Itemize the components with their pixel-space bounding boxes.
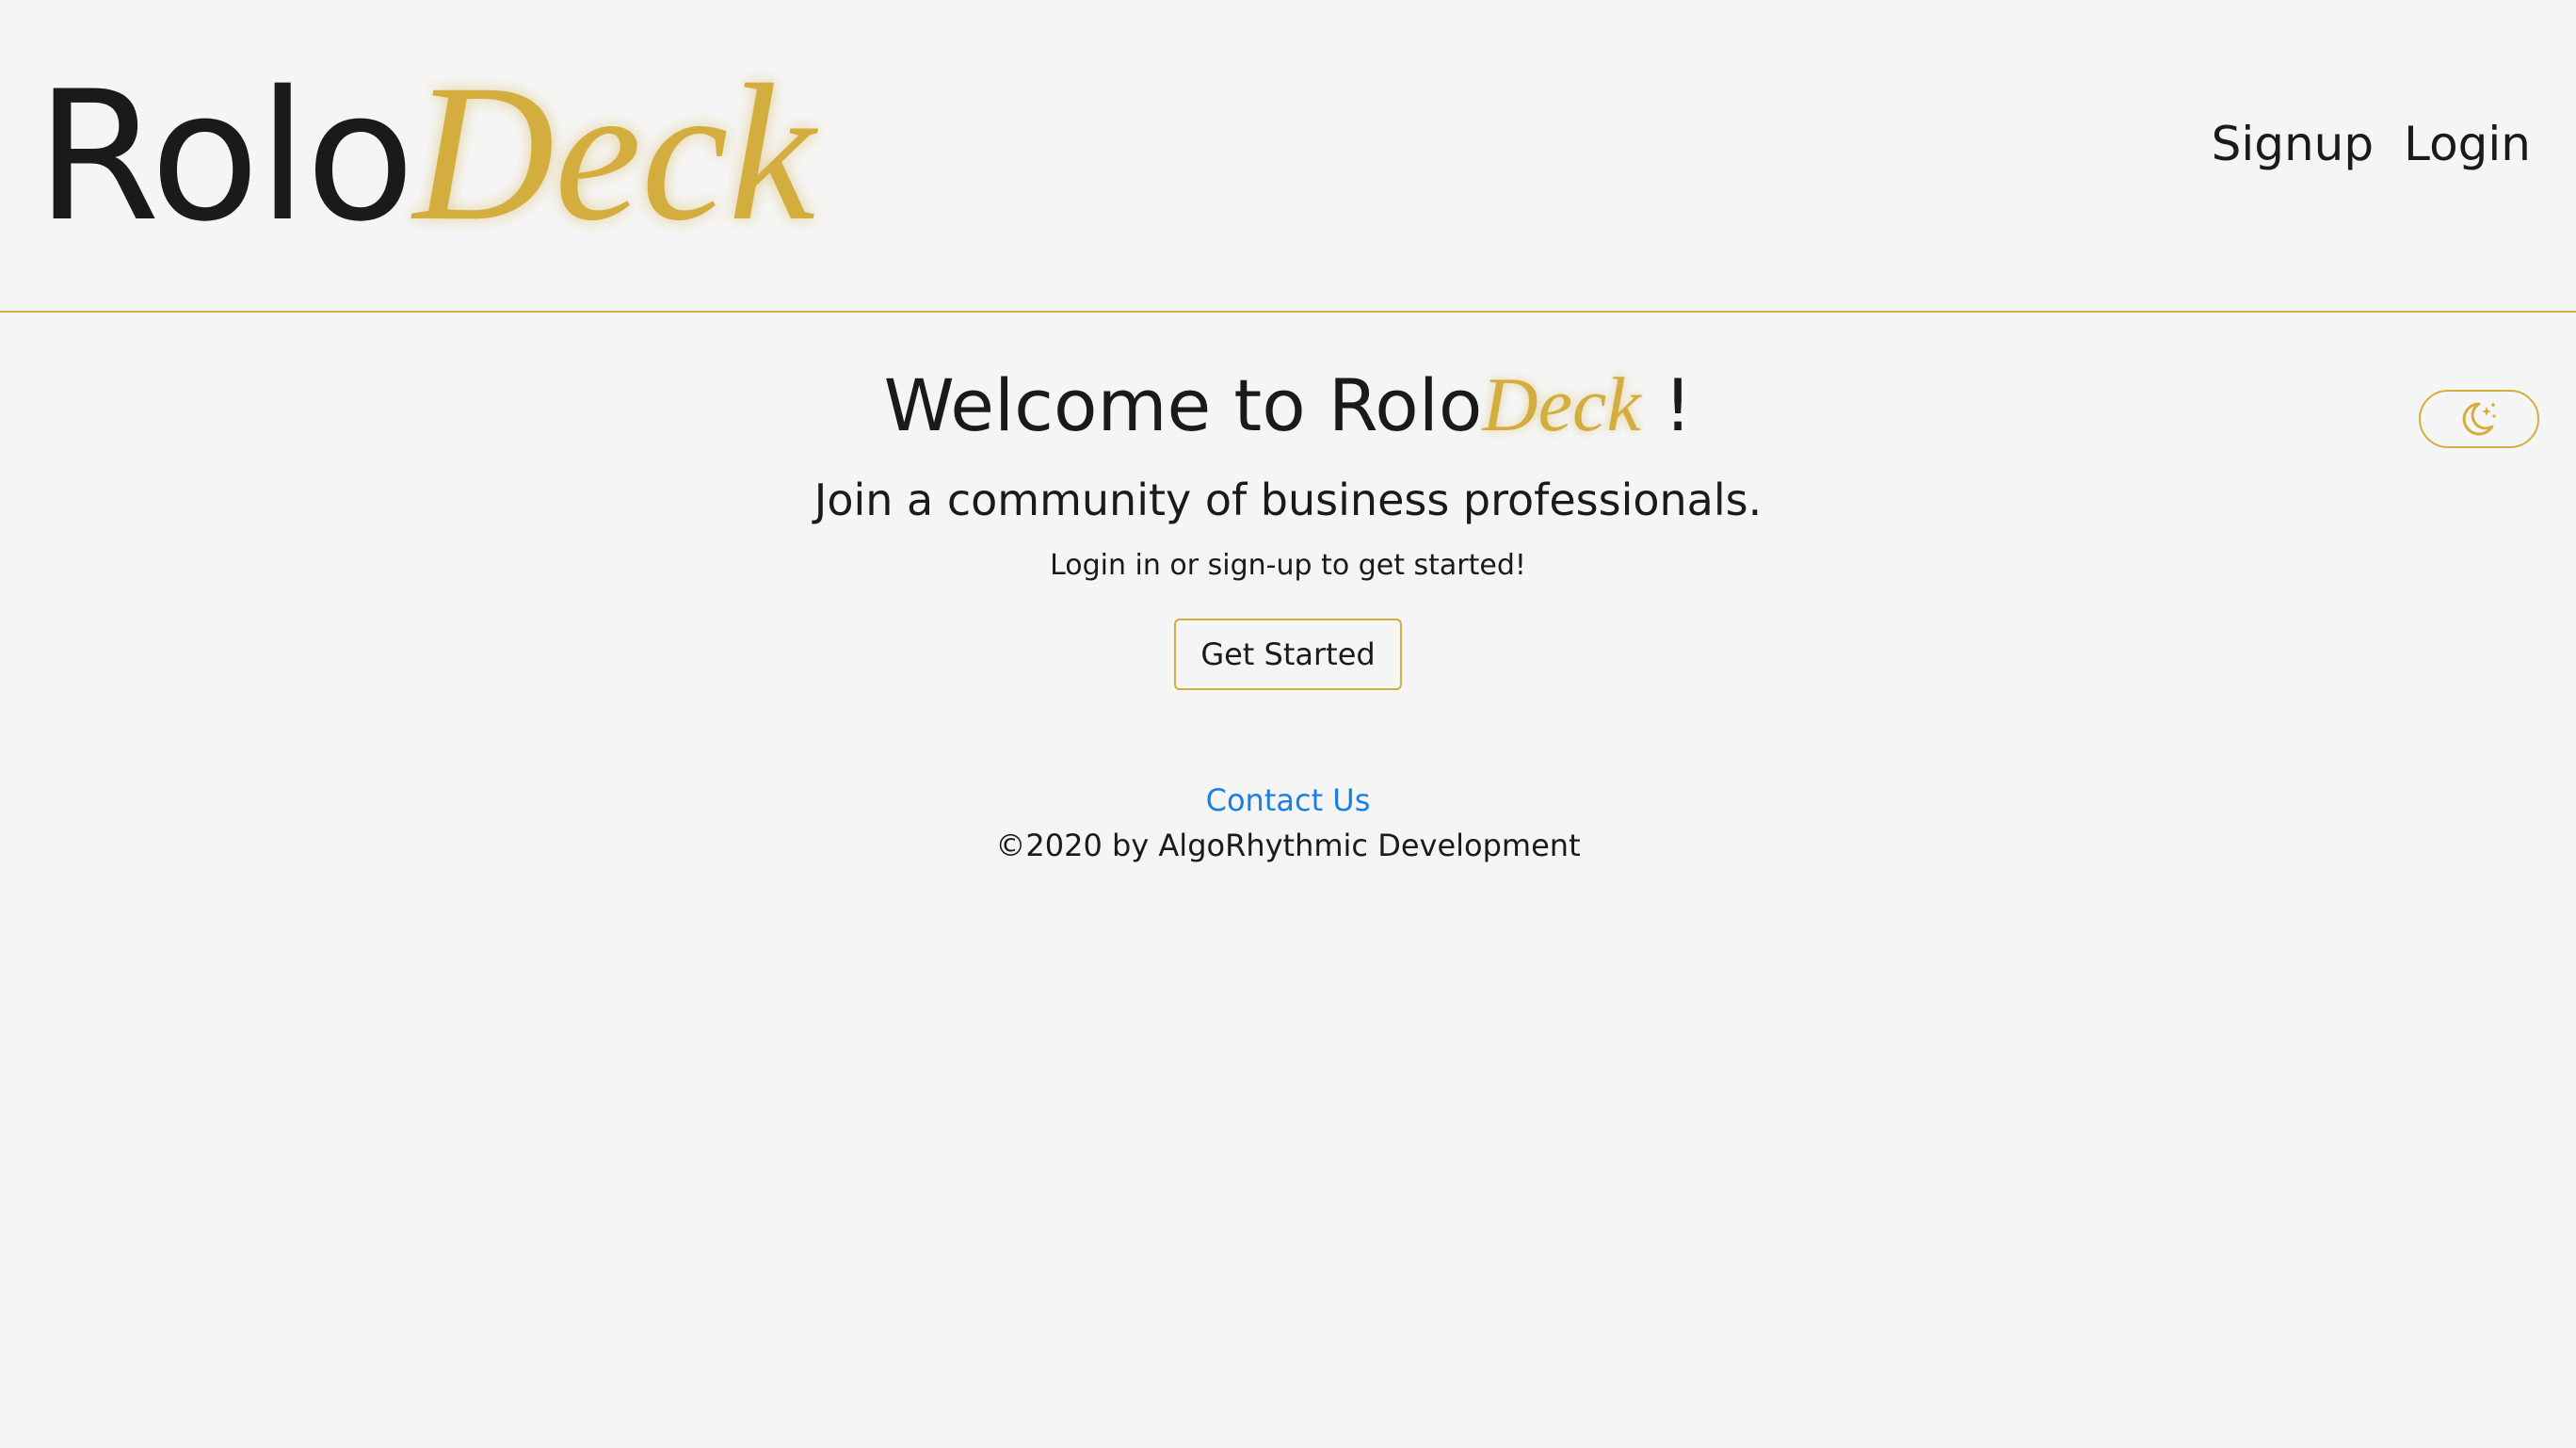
hero-section: Welcome to RoloDeck ! Join a community o… bbox=[0, 358, 2576, 690]
logo-rolo-text: Rolo bbox=[36, 53, 415, 261]
top-nav: Signup Login bbox=[2212, 117, 2531, 171]
welcome-suffix: ! bbox=[1640, 363, 1693, 447]
welcome-heading: Welcome to RoloDeck ! bbox=[0, 358, 2576, 453]
get-started-button[interactable]: Get Started bbox=[1174, 619, 1402, 690]
welcome-brand: Deck bbox=[1482, 362, 1641, 447]
brand-logo[interactable]: RoloDeck bbox=[36, 55, 815, 250]
copyright-text: ©2020 by AlgoRhythmic Development bbox=[995, 828, 1581, 863]
site-footer: Contact Us ©2020 by AlgoRhythmic Develop… bbox=[0, 778, 2576, 868]
contact-us-link[interactable]: Contact Us bbox=[1206, 778, 1371, 823]
logo-deck-text: Deck bbox=[412, 44, 815, 261]
hero-prompt: Login in or sign-up to get started! bbox=[1050, 549, 1526, 582]
hero-subtitle: Join a community of business professiona… bbox=[813, 475, 1763, 525]
site-header: RoloDeck Signup Login bbox=[0, 0, 2576, 313]
login-link[interactable]: Login bbox=[2404, 117, 2531, 171]
signup-link[interactable]: Signup bbox=[2212, 117, 2375, 171]
welcome-prefix: Welcome to Rolo bbox=[883, 363, 1483, 447]
